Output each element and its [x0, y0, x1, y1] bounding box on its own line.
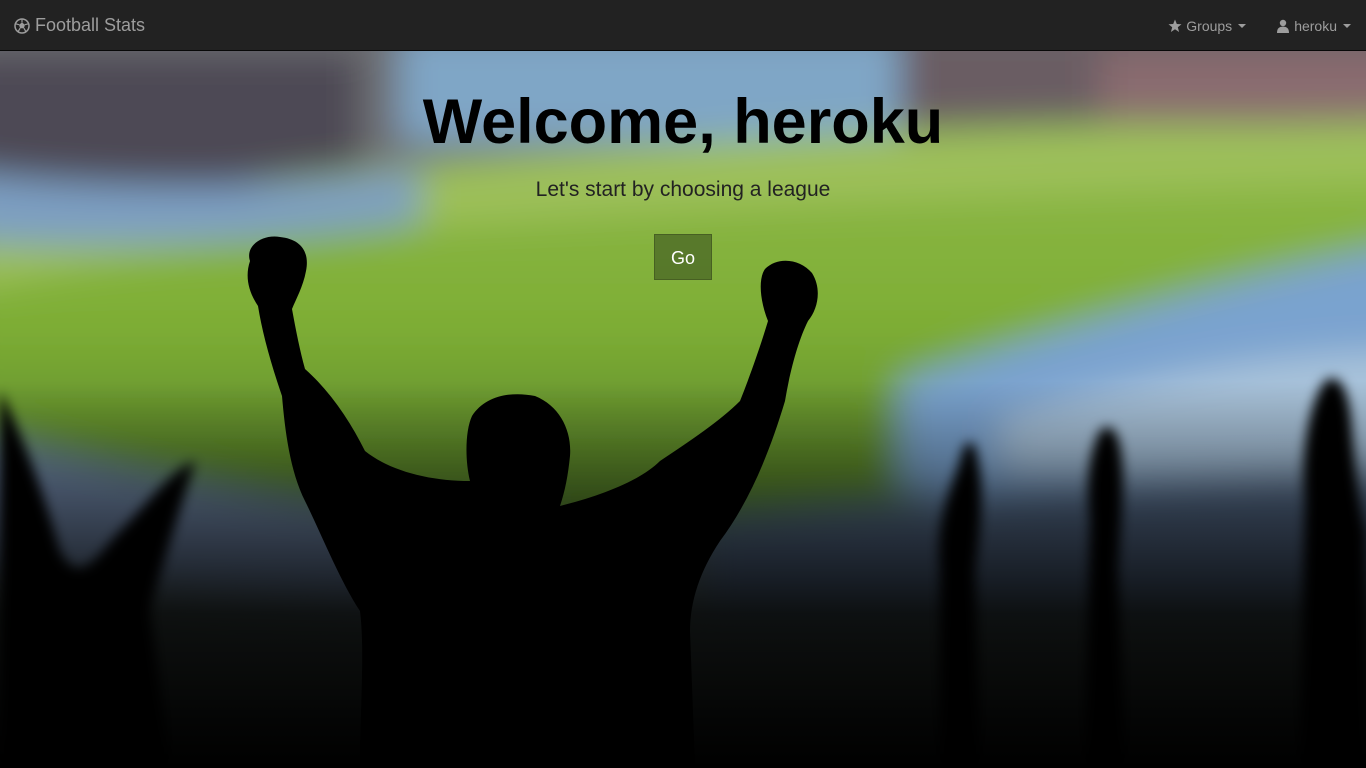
- user-dropdown[interactable]: heroku: [1261, 0, 1366, 51]
- go-button[interactable]: Go: [654, 234, 712, 280]
- brand-label: Football Stats: [35, 15, 146, 35]
- soccer-ball-icon: [14, 17, 30, 34]
- chevron-down-icon: [1343, 23, 1351, 28]
- groups-label: Groups: [1186, 17, 1233, 34]
- brand-link[interactable]: Football Stats: [14, 0, 145, 51]
- navbar-right: Groups heroku: [1153, 0, 1366, 51]
- hero-section: Welcome, heroku Let's start by choosing …: [0, 51, 1366, 768]
- hero-subtitle: Let's start by choosing a league: [535, 178, 831, 201]
- welcome-heading: Welcome, heroku: [422, 87, 944, 157]
- user-label: heroku: [1294, 17, 1337, 34]
- chevron-down-icon: [1238, 23, 1247, 28]
- top-navbar: Football Stats Groups heroku: [0, 0, 1366, 51]
- groups-dropdown[interactable]: Groups: [1153, 0, 1261, 51]
- hero-content: Welcome, heroku Let's start by choosing …: [0, 51, 1366, 280]
- star-icon: [1168, 19, 1182, 33]
- user-icon: [1276, 19, 1290, 33]
